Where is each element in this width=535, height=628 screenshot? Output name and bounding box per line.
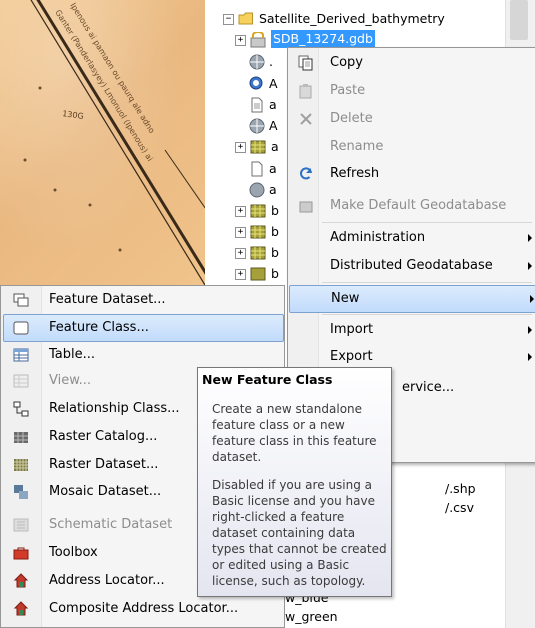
submenu-item-table[interactable]: Table... [3, 342, 282, 368]
raster-icon [250, 266, 266, 282]
document-icon [249, 161, 265, 177]
collapse-icon[interactable]: − [223, 14, 234, 25]
expand-icon[interactable]: + [235, 206, 246, 217]
expand-icon[interactable]: + [235, 248, 246, 259]
menu-item-make-default-geodatabase[interactable]: Make Default Geodatabase [290, 193, 534, 219]
delete-icon [298, 111, 314, 127]
map-label: Ipenous ai pamaon ou paurq ale adno [68, 1, 156, 135]
schematic-dataset-icon [13, 517, 29, 533]
tree-item-green[interactable]: w_green [285, 609, 338, 624]
tooltip-title: New Feature Class [202, 372, 333, 387]
expand-icon[interactable]: + [235, 142, 246, 153]
tree-root-label: Satellite_Derived_bathymetry [259, 11, 445, 26]
submenu-item-feature-class[interactable]: Feature Class... [3, 314, 284, 342]
expand-icon[interactable]: + [235, 35, 246, 46]
menu-item-paste[interactable]: Paste [290, 78, 534, 104]
relationship-class-icon [13, 401, 29, 417]
raster-icon [250, 224, 266, 240]
raster-icon [250, 139, 266, 155]
copy-icon [298, 55, 314, 71]
submenu-arrow-icon [528, 262, 532, 270]
tooltip-paragraph: Create a new standalone feature class or… [212, 402, 377, 464]
tree-item-csv[interactable]: /.csv [445, 500, 474, 515]
submenu-arrow-icon [528, 326, 532, 334]
feature-class-icon [13, 320, 29, 336]
submenu-arrow-icon [528, 234, 532, 242]
submenu-item-feature-dataset[interactable]: Feature Dataset... [3, 287, 282, 313]
folder-icon [238, 11, 254, 27]
menu-separator [322, 222, 532, 223]
expand-icon[interactable]: + [235, 227, 246, 238]
raster-icon [250, 245, 266, 261]
table-icon [13, 347, 29, 363]
menu-item-copy[interactable]: Copy [290, 50, 534, 76]
tooltip: New Feature Class Create a new standalon… [197, 367, 392, 597]
tooltip-paragraph: Disabled if you are using a Basic licens… [212, 478, 387, 588]
menu-item-administration[interactable]: Administration [290, 225, 534, 251]
globe-icon [249, 54, 265, 70]
view-icon [13, 373, 29, 389]
map-label: Ganter (Panderlasyey) Lmonuol (Ipenous) … [53, 8, 154, 163]
submenu-arrow-icon [528, 353, 532, 361]
menu-item-new[interactable]: New [289, 285, 535, 313]
tree-item-shp[interactable]: /.shp [445, 481, 476, 496]
raster-catalog-icon [13, 429, 29, 445]
scrollbar-thumb[interactable] [510, 0, 528, 40]
tooltip-body: Create a new standalone feature class or… [212, 401, 388, 601]
menu-item-refresh[interactable]: Refresh [290, 161, 534, 187]
address-locator-icon [13, 573, 29, 589]
map-image: Ganter (Panderlasyey) Lmonuol (Ipenous) … [0, 0, 205, 290]
refresh-icon [298, 166, 314, 182]
menu-item-delete[interactable]: Delete [290, 106, 534, 132]
globe-icon [249, 182, 265, 198]
map-label: 130G [62, 109, 85, 121]
feature-dataset-icon [13, 292, 29, 308]
menu-separator [322, 282, 532, 283]
toolbox-icon [13, 545, 29, 561]
raster-dataset-icon [13, 457, 29, 473]
menu-item-import[interactable]: Import [290, 317, 534, 343]
document-icon [249, 97, 265, 113]
geodatabase-icon [250, 31, 266, 48]
menu-separator [322, 314, 532, 315]
mosaic-dataset-icon [13, 484, 29, 500]
paste-icon [298, 83, 314, 99]
tree-gdb-label: SDB_13274.gdb [271, 30, 375, 48]
menu-item-rename[interactable]: Rename [290, 134, 534, 160]
composite-address-locator-icon [13, 601, 29, 617]
globe-icon [249, 118, 265, 134]
search-globe-icon [249, 76, 265, 92]
submenu-arrow-icon [530, 295, 534, 303]
expand-icon[interactable]: + [235, 269, 246, 280]
raster-icon [250, 203, 266, 219]
menu-item-distributed-geodatabase[interactable]: Distributed Geodatabase [290, 253, 534, 279]
geodatabase-icon [298, 198, 314, 214]
